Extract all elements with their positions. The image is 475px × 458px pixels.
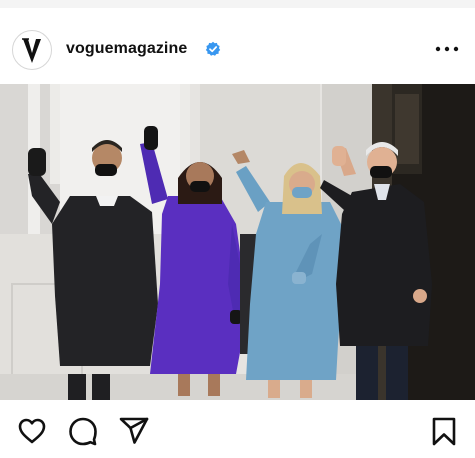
vogue-v-logo-icon [22,38,41,63]
post-photo[interactable] [0,84,475,400]
share-icon[interactable] [118,415,150,447]
top-strip [0,0,475,8]
action-bar [0,404,475,458]
post-header: voguemagazine [0,18,475,82]
comment-icon[interactable] [67,415,99,447]
heart-icon[interactable] [16,415,48,447]
more-options-icon[interactable] [432,41,462,57]
verified-badge-icon [205,41,221,56]
avatar[interactable] [12,30,52,70]
username[interactable]: voguemagazine [66,40,187,58]
bookmark-icon[interactable] [428,415,460,447]
inauguration-photo [0,84,475,400]
